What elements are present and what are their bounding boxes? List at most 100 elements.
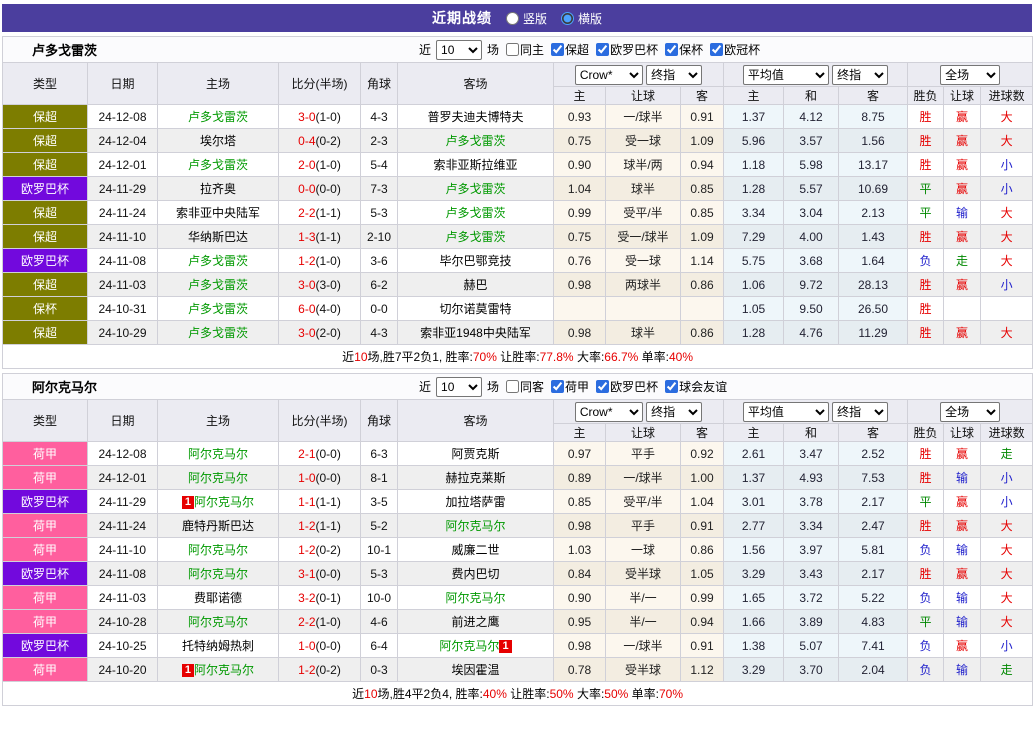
euro-odds-cell: 1.56 [724, 538, 784, 562]
result-cell: 胜 [908, 514, 944, 538]
section-header: 阿尔克马尔近10场同客荷甲欧罗巴杯球会友谊 [3, 374, 1033, 400]
away-team-cell: 卢多戈雷茨 [398, 129, 554, 153]
euro-odds-cell: 1.37 [724, 466, 784, 490]
col-header-crow-handicap: 让球 [606, 87, 681, 105]
corner-cell: 6-4 [361, 634, 398, 658]
date-cell: 24-12-08 [88, 442, 158, 466]
average-odds-select[interactable]: 平均值 [743, 402, 829, 422]
final-odds-select[interactable]: 终指 [832, 65, 888, 85]
date-cell: 24-12-01 [88, 153, 158, 177]
league-filter-checkbox[interactable] [596, 380, 609, 393]
league-filter-option[interactable]: 荷甲 [546, 378, 589, 395]
home-team-cell: 华纳斯巴达 [158, 225, 279, 249]
home-team-cell: 1阿尔克马尔 [158, 658, 279, 682]
bookmaker-select[interactable]: Crow* [575, 402, 643, 422]
fulltime-score: 3-0 [298, 110, 315, 124]
match-row: 荷甲24-12-08阿尔克马尔2-1(0-0)6-3阿贾克斯0.97平手0.92… [3, 442, 1033, 466]
handicap-odds-cell [681, 297, 724, 321]
final-odds-select[interactable]: 终指 [646, 65, 702, 85]
same-venue-option[interactable]: 同客 [501, 378, 544, 395]
handicap-odds-cell: 0.92 [681, 442, 724, 466]
average-odds-select[interactable]: 平均值 [743, 65, 829, 85]
summary-segment: 50% [550, 687, 574, 701]
final-odds-select[interactable]: 终指 [646, 402, 702, 422]
corner-cell: 0-3 [361, 658, 398, 682]
euro-odds-cell: 4.00 [784, 225, 839, 249]
col-header-corner: 角球 [361, 400, 398, 442]
match-count-select[interactable]: 10 [436, 377, 482, 397]
result-cell: 输 [944, 201, 981, 225]
euro-odds-cell: 5.98 [784, 153, 839, 177]
section-header: 卢多戈雷茨近10场同主保超欧罗巴杯保杯欧冠杯 [3, 37, 1033, 63]
col-header-handicap-result: 让球 [944, 87, 981, 105]
team-name: 鹿特丹斯巴达 [182, 519, 254, 533]
league-filter-checkbox[interactable] [551, 380, 564, 393]
league-filter-option[interactable]: 球会友谊 [660, 378, 727, 395]
handicap-odds-cell: 0.86 [681, 538, 724, 562]
result-cell: 负 [908, 249, 944, 273]
league-filter-checkbox[interactable] [665, 43, 678, 56]
league-filter-checkbox[interactable] [551, 43, 564, 56]
handicap-odds-group-header: Crow* 终指 [554, 63, 724, 87]
score-cell: 2-1(0-0) [279, 442, 361, 466]
same-venue-option[interactable]: 同主 [501, 41, 544, 58]
handicap-odds-cell: 0.99 [681, 586, 724, 610]
match-count-select[interactable]: 10 [436, 40, 482, 60]
league-filter-option[interactable]: 欧罗巴杯 [591, 41, 658, 58]
league-cell: 欧罗巴杯 [3, 562, 88, 586]
league-cell: 欧罗巴杯 [3, 249, 88, 273]
bookmaker-select[interactable]: Crow* [575, 65, 643, 85]
euro-odds-cell: 3.34 [724, 201, 784, 225]
league-filter-checkbox[interactable] [596, 43, 609, 56]
fulltime-score: 2-2 [298, 615, 315, 629]
euro-odds-cell: 4.93 [784, 466, 839, 490]
home-team-cell: 埃尔塔 [158, 129, 279, 153]
summary-segment: 70% [473, 350, 497, 364]
league-cell: 欧罗巴杯 [3, 177, 88, 201]
layout-vertical-option[interactable]: 竖版 [506, 10, 547, 27]
league-cell: 保超 [3, 105, 88, 129]
same-venue-checkbox[interactable] [506, 380, 519, 393]
corner-cell: 3-5 [361, 490, 398, 514]
period-select[interactable]: 全场 [940, 402, 1000, 422]
euro-odds-cell: 3.04 [784, 201, 839, 225]
layout-horizontal-radio[interactable] [561, 12, 574, 25]
result-cell: 胜 [908, 105, 944, 129]
summary-segment: 50% [604, 687, 628, 701]
euro-odds-cell: 8.75 [839, 105, 908, 129]
euro-odds-group-header: 平均值 终指 [724, 400, 908, 424]
summary-segment: 单率: [638, 350, 669, 364]
handicap-odds-cell: 半/一 [606, 610, 681, 634]
handicap-odds-cell: 0.78 [554, 658, 606, 682]
handicap-odds-cell: 受一球 [606, 129, 681, 153]
result-cell [981, 297, 1033, 321]
halftime-score: (0-0) [316, 639, 341, 653]
team-name: 卢多戈雷茨 [188, 254, 248, 268]
handicap-odds-cell: 0.98 [554, 321, 606, 345]
col-header-winloss: 胜负 [908, 87, 944, 105]
layout-horizontal-option[interactable]: 横版 [561, 10, 602, 27]
handicap-odds-cell: 1.04 [554, 177, 606, 201]
same-venue-checkbox[interactable] [506, 43, 519, 56]
league-filter-option[interactable]: 欧冠杯 [705, 41, 760, 58]
team-name: 索非亚中央陆军 [176, 206, 260, 220]
league-filter-option[interactable]: 保杯 [660, 41, 703, 58]
handicap-odds-cell: 受一球 [606, 249, 681, 273]
euro-odds-cell: 3.47 [784, 442, 839, 466]
league-filter-checkbox[interactable] [710, 43, 723, 56]
layout-vertical-radio[interactable] [506, 12, 519, 25]
league-filter-option[interactable]: 保超 [546, 41, 589, 58]
date-cell: 24-11-08 [88, 249, 158, 273]
team-name: 卢多戈雷茨 [445, 230, 505, 244]
period-select[interactable]: 全场 [940, 65, 1000, 85]
result-cell: 赢 [944, 634, 981, 658]
col-header-winloss: 胜负 [908, 424, 944, 442]
home-team-cell: 卢多戈雷茨 [158, 273, 279, 297]
halftime-score: (1-1) [316, 230, 341, 244]
league-filter-checkbox[interactable] [665, 380, 678, 393]
sections-container: 卢多戈雷茨近10场同主保超欧罗巴杯保杯欧冠杯类型日期主场比分(半场)角球客场Cr… [2, 36, 1032, 706]
final-odds-select[interactable]: 终指 [832, 402, 888, 422]
league-filter-option[interactable]: 欧罗巴杯 [591, 378, 658, 395]
match-row: 荷甲24-11-24鹿特丹斯巴达1-2(1-1)5-2阿尔克马尔0.98平手0.… [3, 514, 1033, 538]
handicap-odds-cell: 0.76 [554, 249, 606, 273]
